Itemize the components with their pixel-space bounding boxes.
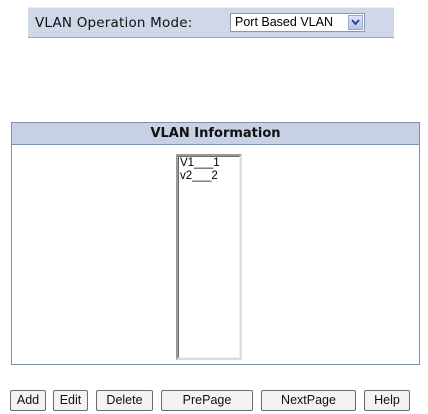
help-button[interactable]: Help bbox=[364, 390, 410, 411]
vlan-operation-mode-label: VLAN Operation Mode: bbox=[35, 15, 193, 31]
vlan-mode-bar: VLAN Operation Mode: Port Based VLAN bbox=[28, 7, 394, 38]
vlan-information-title: VLAN Information bbox=[12, 123, 419, 145]
add-button[interactable]: Add bbox=[10, 390, 46, 411]
delete-button[interactable]: Delete bbox=[96, 390, 153, 411]
prepage-button[interactable]: PrePage bbox=[161, 390, 253, 411]
chevron-down-icon bbox=[351, 19, 360, 26]
vlan-listbox[interactable]: V1___1 v2___2 bbox=[176, 154, 242, 360]
list-item[interactable]: v2___2 bbox=[179, 170, 239, 183]
list-item[interactable]: V1___1 bbox=[179, 157, 239, 170]
nextpage-button[interactable]: NextPage bbox=[261, 390, 356, 411]
vlan-listbox-inner: V1___1 v2___2 bbox=[178, 156, 240, 358]
edit-button[interactable]: Edit bbox=[53, 390, 88, 411]
vlan-operation-mode-value: Port Based VLAN bbox=[235, 15, 333, 29]
chevron-down-icon[interactable] bbox=[348, 15, 363, 30]
vlan-information-panel: VLAN Information V1___1 v2___2 bbox=[11, 122, 420, 365]
vlan-operation-mode-select[interactable]: Port Based VLAN bbox=[230, 13, 365, 32]
